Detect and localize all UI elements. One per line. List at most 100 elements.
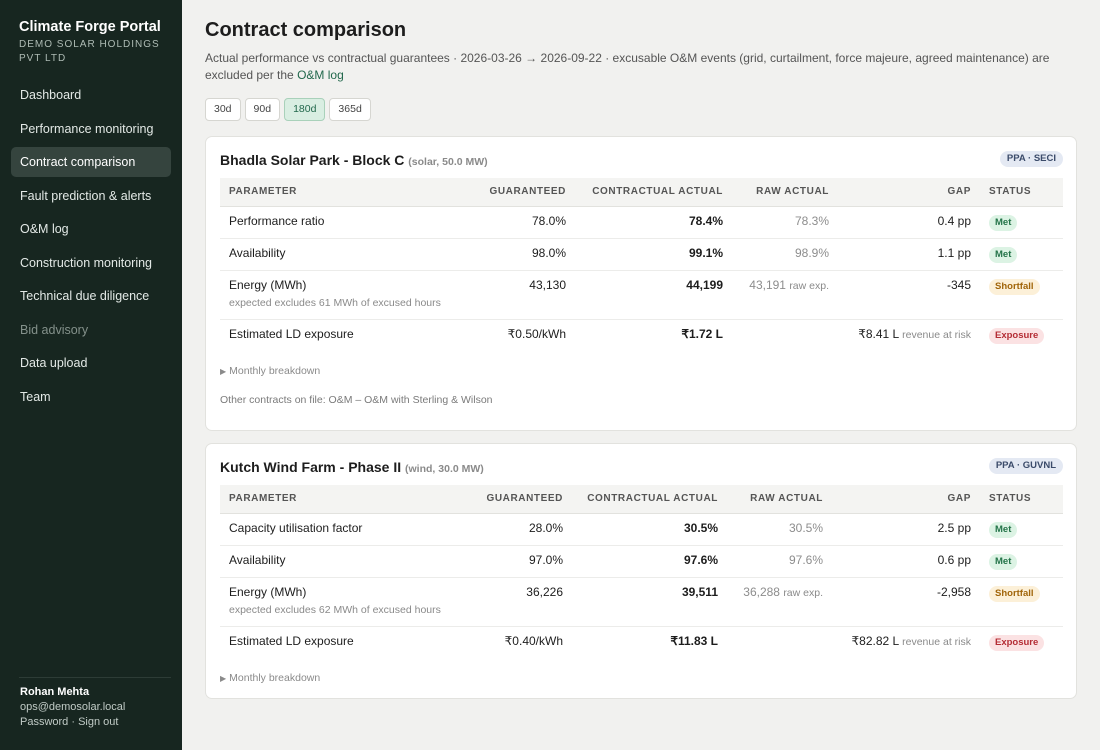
contractual-actual-value: ₹11.83 L xyxy=(670,633,718,648)
parameter-note: expected excludes 62 MWh of excused hour… xyxy=(229,603,441,616)
column-header-gap: GAP xyxy=(832,485,980,514)
contractual-actual-value: 39,511 xyxy=(681,584,718,599)
caret-right-icon: ▶ xyxy=(220,367,227,376)
sidebar-item-construction-monitoring[interactable]: Construction monitoring xyxy=(11,248,171,278)
status-badge: Shortfall xyxy=(989,278,1040,295)
column-header-parameter: PARAMETER xyxy=(220,485,466,514)
column-header-contractual-actual: CONTRACTUAL ACTUAL xyxy=(572,485,727,514)
gap-value: 0.4 pp xyxy=(937,213,971,228)
status-badge: Exposure xyxy=(989,634,1045,651)
sidebar: Climate Forge Portal DEMO SOLAR HOLDINGS… xyxy=(0,0,182,750)
column-header-guaranteed: GUARANTEED xyxy=(466,485,572,514)
table-row: Estimated LD exposure ₹0.40/kWh ₹11.83 L… xyxy=(220,626,1063,657)
gap-value: 0.6 pp xyxy=(937,552,971,567)
gap-hint: revenue at risk xyxy=(902,635,971,648)
table-row: Availability 97.0% 97.6% 97.6% 0.6 pp Me… xyxy=(220,545,1063,578)
parameter-name: Energy (MWh) xyxy=(229,277,307,292)
contract-meta: (wind, 30.0 MW) xyxy=(405,463,484,475)
guaranteed-value: 36,226 xyxy=(526,584,563,599)
sign-out-link[interactable]: Sign out xyxy=(78,716,118,728)
column-header-status: STATUS xyxy=(980,178,1063,207)
status-badge: Met xyxy=(989,553,1018,570)
user-links: Password · Sign out xyxy=(20,716,118,728)
parameter-name: Energy (MWh) xyxy=(229,584,307,599)
sidebar-item-performance-monitoring[interactable]: Performance monitoring xyxy=(11,114,171,144)
contractual-actual-value: 97.6% xyxy=(683,552,718,567)
sidebar-item-fault-prediction[interactable]: Fault prediction & alerts xyxy=(11,181,171,211)
guaranteed-value: ₹0.40/kWh xyxy=(504,633,563,648)
page-title: Contract comparison xyxy=(205,19,407,41)
parameter-name: Availability xyxy=(229,552,286,567)
guaranteed-value: 43,130 xyxy=(529,277,566,292)
table-header-row: PARAMETER GUARANTEED CONTRACTUAL ACTUAL … xyxy=(220,485,1063,514)
column-header-raw-actual: RAW ACTUAL xyxy=(732,178,838,207)
contractual-actual-value: 78.4% xyxy=(688,213,723,228)
contract-title: Bhadla Solar Park - Block C (solar, 50.0… xyxy=(220,152,488,168)
gap-value: -345 xyxy=(946,277,971,292)
sidebar-nav: Dashboard Performance monitoring Contrac… xyxy=(11,80,171,415)
status-badge: Met xyxy=(989,521,1018,538)
contract-tag-badge: PPA · SECI xyxy=(999,151,1063,167)
contract-title: Kutch Wind Farm - Phase II (wind, 30.0 M… xyxy=(220,459,484,475)
column-header-status: STATUS xyxy=(980,485,1063,514)
contract-name: Bhadla Solar Park - Block C xyxy=(220,152,405,168)
sidebar-item-team[interactable]: Team xyxy=(11,382,171,412)
link-separator: · xyxy=(71,716,76,728)
sidebar-item-dashboard[interactable]: Dashboard xyxy=(11,80,171,110)
column-header-raw-actual: RAW ACTUAL xyxy=(727,485,832,514)
parameter-name: Capacity utilisation factor xyxy=(229,520,363,535)
gap-hint: revenue at risk xyxy=(902,328,971,341)
table-row: Energy (MWh) expected excludes 62 MWh of… xyxy=(220,577,1063,627)
monthly-breakdown-toggle[interactable]: ▶ Monthly breakdown xyxy=(220,365,320,377)
parameter-table: PARAMETER GUARANTEED CONTRACTUAL ACTUAL … xyxy=(220,178,1063,350)
gap-value: ₹82.82 L xyxy=(851,633,899,648)
contract-card-kutch: Kutch Wind Farm - Phase II (wind, 30.0 M… xyxy=(205,443,1077,699)
parameter-name: Availability xyxy=(229,245,286,260)
sidebar-item-technical-due-diligence[interactable]: Technical due diligence xyxy=(11,281,171,311)
sidebar-item-contract-comparison[interactable]: Contract comparison xyxy=(11,147,171,177)
contract-card-bhadla: Bhadla Solar Park - Block C (solar, 50.0… xyxy=(205,136,1077,431)
password-link[interactable]: Password xyxy=(20,716,68,728)
guaranteed-value: 28.0% xyxy=(528,520,563,535)
other-contracts-note: Other contracts on file: O&M – O&M with … xyxy=(220,394,493,406)
page-subtitle: Actual performance vs contractual guaran… xyxy=(205,50,1077,84)
raw-actual-value: 98.9% xyxy=(794,245,829,260)
organization-name: DEMO SOLAR HOLDINGS PVT LTD xyxy=(19,39,160,64)
raw-actual-value: 78.3% xyxy=(794,213,829,228)
sidebar-item-data-upload[interactable]: Data upload xyxy=(11,348,171,378)
table-header-row: PARAMETER GUARANTEED CONTRACTUAL ACTUAL … xyxy=(220,178,1063,207)
gap-value: 2.5 pp xyxy=(937,520,971,535)
parameter-name: Estimated LD exposure xyxy=(229,326,354,341)
gap-value: ₹8.41 L xyxy=(858,326,899,341)
column-header-contractual-actual: CONTRACTUAL ACTUAL xyxy=(575,178,732,207)
caret-right-icon: ▶ xyxy=(220,674,227,683)
range-365d-button[interactable]: 365d xyxy=(329,98,371,121)
status-badge: Met xyxy=(989,214,1018,231)
sidebar-item-bid-advisory: Bid advisory xyxy=(20,322,89,337)
monthly-breakdown-toggle[interactable]: ▶ Monthly breakdown xyxy=(220,672,320,684)
table-row: Energy (MWh) expected excludes 61 MWh of… xyxy=(220,270,1063,320)
guaranteed-value: 98.0% xyxy=(531,245,566,260)
range-180d-button[interactable]: 180d xyxy=(284,98,326,121)
range-90d-button[interactable]: 90d xyxy=(244,98,281,121)
contract-name: Kutch Wind Farm - Phase II xyxy=(220,459,402,475)
om-log-link[interactable]: O&M log xyxy=(297,68,344,82)
status-badge: Met xyxy=(989,246,1018,263)
parameter-name: Performance ratio xyxy=(229,213,325,228)
status-badge: Exposure xyxy=(989,327,1045,344)
contractual-actual-value: 30.5% xyxy=(683,520,718,535)
gap-value: -2,958 xyxy=(936,584,971,599)
monthly-breakdown-label: Monthly breakdown xyxy=(229,672,321,684)
range-30d-button[interactable]: 30d xyxy=(205,98,241,121)
parameter-note: expected excludes 61 MWh of excused hour… xyxy=(229,296,441,309)
sidebar-divider xyxy=(19,677,171,678)
column-header-gap: GAP xyxy=(838,178,980,207)
contract-meta: (solar, 50.0 MW) xyxy=(408,156,488,168)
guaranteed-value: ₹0.50/kWh xyxy=(507,326,566,341)
parameter-name: Estimated LD exposure xyxy=(229,633,354,648)
contractual-actual-value: ₹1.72 L xyxy=(681,326,723,341)
monthly-breakdown-label: Monthly breakdown xyxy=(229,365,321,377)
user-email: ops@demosolar.local xyxy=(20,701,126,713)
contractual-actual-value: 44,199 xyxy=(686,277,723,292)
sidebar-item-om-log[interactable]: O&M log xyxy=(11,214,171,244)
